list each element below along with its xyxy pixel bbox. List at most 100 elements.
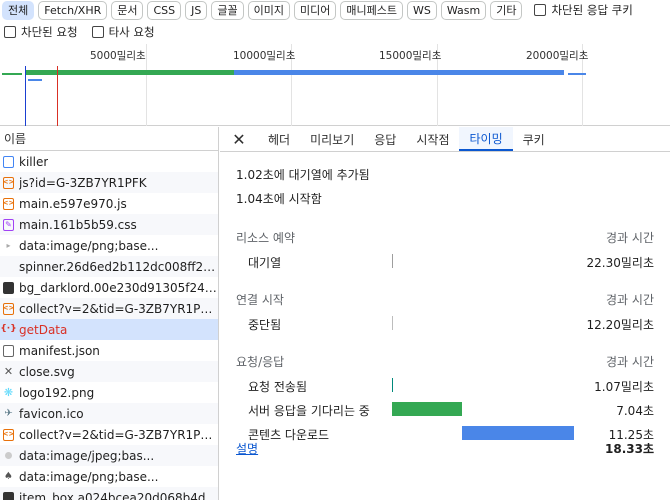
request-detail-panel: ✕ 헤더 미리보기 응답 시작점 타이밍 쿠키 1.02초에 대기열에 추가됨 … bbox=[220, 127, 670, 500]
name-column-header[interactable]: 이름 bbox=[0, 127, 218, 151]
request-row[interactable]: ✈ favicon.ico bbox=[0, 403, 218, 424]
request-row[interactable]: killer bbox=[0, 151, 218, 172]
stylesheet-icon: ✎ bbox=[3, 218, 14, 231]
request-row[interactable]: <> main.e597e970.js bbox=[0, 193, 218, 214]
explanation-link[interactable]: 설명 bbox=[236, 440, 258, 457]
timing-row: 대기열 22.30밀리초 bbox=[236, 249, 654, 273]
tab-initiator[interactable]: 시작점 bbox=[406, 127, 459, 151]
filter-chip-img[interactable]: 이미지 bbox=[247, 0, 290, 20]
request-name: main.161b5b59.css bbox=[19, 217, 137, 232]
timing-phase-bar bbox=[392, 378, 393, 392]
document-icon bbox=[3, 155, 14, 168]
tab-timing[interactable]: 타이밍 bbox=[459, 127, 513, 151]
close-icon[interactable]: ✕ bbox=[220, 127, 258, 151]
checkbox[interactable] bbox=[91, 26, 104, 38]
overview-tick-label: 20000밀리초 bbox=[526, 50, 589, 62]
request-row[interactable]: item_box.a024bcea20d068b4d50c... bbox=[0, 487, 218, 500]
request-row[interactable]: ❋ logo192.png bbox=[0, 382, 218, 403]
request-name: collect?v=2&tid=G-3ZB7YR1PFK&... bbox=[19, 301, 218, 316]
image-icon bbox=[3, 491, 14, 500]
blocked-requests-toggle[interactable]: 차단된 요청 bbox=[4, 24, 78, 40]
request-name: manifest.json bbox=[19, 343, 100, 358]
request-name: spinner.26d6ed2b112dc008ff2a.gif bbox=[19, 259, 218, 274]
image-icon bbox=[3, 261, 14, 273]
request-row[interactable]: manifest.json bbox=[0, 340, 218, 361]
overview-tick-label: 15000밀리초 bbox=[379, 50, 442, 62]
timing-section-header: 연결 시작 경과 시간 bbox=[236, 289, 654, 311]
queued-at-text: 1.02초에 대기열에 추가됨 bbox=[236, 168, 370, 182]
tab-cookies[interactable]: 쿠키 bbox=[513, 127, 555, 151]
request-name: main.e597e970.js bbox=[19, 196, 127, 211]
request-row[interactable]: data:image/jpeg;bas... bbox=[0, 445, 218, 466]
tab-preview[interactable]: 미리보기 bbox=[300, 127, 364, 151]
overview-tick-label: 5000밀리초 bbox=[90, 50, 146, 62]
load-event-marker bbox=[57, 66, 58, 126]
image-icon: ♠ bbox=[4, 470, 13, 482]
filter-chip-all[interactable]: 전체 bbox=[2, 0, 35, 20]
request-row[interactable]: <> collect?v=2&tid=G-3ZB7YR1PFK&... bbox=[0, 298, 218, 319]
network-overview[interactable]: 5000밀리초 10000밀리초 15000밀리초 20000밀리초 bbox=[0, 44, 670, 126]
timing-section-header: 리소스 예약 경과 시간 bbox=[236, 227, 654, 249]
request-name: getData bbox=[19, 322, 68, 337]
script-icon: <> bbox=[3, 428, 14, 441]
tab-headers[interactable]: 헤더 bbox=[258, 127, 300, 151]
filter-chip-other[interactable]: 기타 bbox=[490, 0, 523, 20]
blocked-response-cookies-toggle[interactable]: 차단된 응답 쿠키 bbox=[534, 2, 633, 18]
elapsed-time-column-label: 경과 시간 bbox=[606, 231, 654, 245]
domcontentloaded-marker bbox=[25, 66, 26, 126]
timing-phase-duration: 1.07밀리초 bbox=[594, 380, 654, 394]
timing-section-title: 요청/응답 bbox=[236, 355, 285, 369]
request-name: data:image/png;base... bbox=[19, 238, 159, 253]
timing-phase-label: 콘텐츠 다운로드 bbox=[248, 428, 330, 442]
request-row[interactable]: ♠ data:image/png;base... bbox=[0, 466, 218, 487]
filter-chip-js[interactable]: JS bbox=[185, 0, 208, 20]
checkbox[interactable] bbox=[534, 4, 547, 16]
request-row[interactable]: bg_darklord.00e230d91305f24d71... bbox=[0, 277, 218, 298]
script-icon: <> bbox=[3, 197, 14, 210]
request-row[interactable]: ✕ close.svg bbox=[0, 361, 218, 382]
filter-chip-font[interactable]: 글꼴 bbox=[211, 0, 244, 20]
timing-phase-label: 대기열 bbox=[248, 256, 282, 270]
timing-section: 연결 시작 경과 시간 중단됨 12.20밀리초 bbox=[236, 289, 654, 335]
blocked-response-cookies-label: 차단된 응답 쿠키 bbox=[551, 3, 633, 17]
favicon-icon: ✈ bbox=[4, 407, 13, 419]
json-icon bbox=[3, 344, 14, 357]
image-icon bbox=[3, 281, 14, 294]
request-row[interactable]: spinner.26d6ed2b112dc008ff2a.gif bbox=[0, 256, 218, 277]
request-row[interactable]: <> collect?v=2&tid=G-3ZB7YR1PFK&... bbox=[0, 424, 218, 445]
filter-chip-fetch-xhr[interactable]: Fetch/XHR bbox=[38, 0, 108, 20]
blocked-requests-label: 차단된 요청 bbox=[21, 25, 78, 39]
filter-chip-doc[interactable]: 문서 bbox=[111, 0, 144, 20]
filter-chip-ws[interactable]: WS bbox=[406, 0, 437, 20]
timing-row: 요청 전송됨 1.07밀리초 bbox=[236, 373, 654, 397]
timing-phase-label: 요청 전송됨 bbox=[248, 380, 308, 394]
image-icon bbox=[3, 450, 14, 462]
tab-response[interactable]: 응답 bbox=[364, 127, 406, 151]
total-duration: 18.33초 bbox=[605, 442, 654, 456]
svg-icon: ✕ bbox=[3, 365, 14, 378]
timing-row: 서버 응답을 기다리는 중 7.04초 bbox=[236, 397, 654, 421]
started-at-text: 1.04초에 시작함 bbox=[236, 192, 322, 206]
overview-request-bar bbox=[2, 73, 22, 75]
request-row[interactable]: ▸ data:image/png;base... bbox=[0, 235, 218, 256]
request-list: 이름 killer <> js?id=G-3ZB7YR1PFK <> main.… bbox=[0, 127, 219, 500]
timing-section-header: 요청/응답 경과 시간 bbox=[236, 351, 654, 373]
timing-phase-duration: 12.20밀리초 bbox=[586, 318, 654, 332]
timing-phase-bar bbox=[392, 254, 393, 268]
third-party-requests-label: 타사 요청 bbox=[108, 25, 155, 39]
elapsed-time-column-label: 경과 시간 bbox=[606, 355, 654, 369]
request-row[interactable]: <> js?id=G-3ZB7YR1PFK bbox=[0, 172, 218, 193]
checkbox[interactable] bbox=[4, 26, 16, 38]
timing-section: 요청/응답 경과 시간요청 전송됨 1.07밀리초서버 응답을 기다리는 중 7.04… bbox=[236, 351, 654, 445]
request-row-selected[interactable]: {·} getData bbox=[0, 319, 218, 340]
timing-section: 리소스 예약 경과 시간 대기열 22.30밀리초 bbox=[236, 227, 654, 273]
request-row[interactable]: ✎ main.161b5b59.css bbox=[0, 214, 218, 235]
filter-chip-wasm[interactable]: Wasm bbox=[440, 0, 487, 20]
third-party-requests-toggle[interactable]: 타사 요청 bbox=[91, 24, 155, 40]
request-name: collect?v=2&tid=G-3ZB7YR1PFK&... bbox=[19, 427, 218, 442]
request-name: data:image/jpeg;bas... bbox=[19, 448, 155, 463]
filter-chip-manifest[interactable]: 매니페스트 bbox=[340, 0, 403, 20]
filter-chip-media[interactable]: 미디어 bbox=[294, 0, 337, 20]
filter-chip-css[interactable]: CSS bbox=[147, 0, 182, 20]
timing-section-title: 연결 시작 bbox=[236, 293, 284, 307]
